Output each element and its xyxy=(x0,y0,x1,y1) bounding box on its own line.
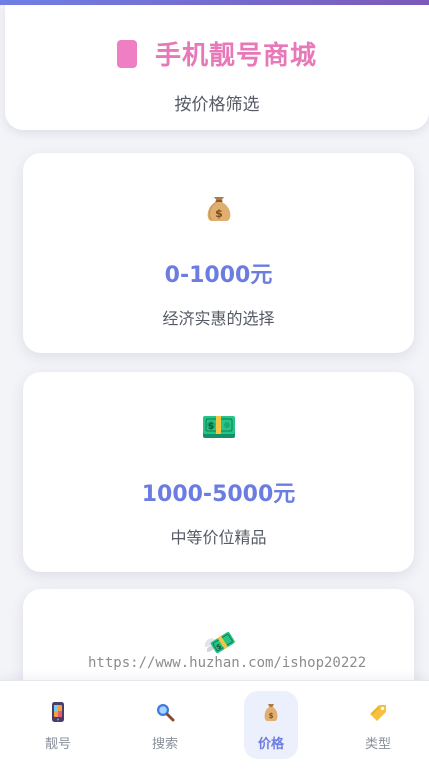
top-accent-bar xyxy=(0,0,429,5)
price-range: 1000-5000元 xyxy=(141,482,296,507)
header: 手机靓号商城 按价格筛选 xyxy=(5,5,429,130)
price-card-0-1000[interactable]: $ 0-1000元 经济实惠的选择 xyxy=(23,153,414,353)
dollar-banknote-icon: $ xyxy=(203,416,235,438)
price-description: 中等价位精品 xyxy=(170,528,267,547)
svg-text:$: $ xyxy=(208,422,214,432)
money-bag-icon: $ xyxy=(264,704,278,721)
header-title-row: 手机靓号商城 xyxy=(5,35,429,72)
nav-label: 搜索 xyxy=(151,737,178,752)
nav-label: 类型 xyxy=(364,737,391,752)
bottom-nav: 靓号 搜索 $ 价格 类型 xyxy=(0,680,429,769)
nav-item-numbers[interactable]: 靓号 xyxy=(31,691,85,759)
price-range: 0-1000元 xyxy=(164,263,273,288)
page-title: 手机靓号商城 xyxy=(154,41,317,71)
tag-icon xyxy=(370,705,386,721)
page-subtitle: 按价格筛选 xyxy=(174,95,260,115)
app-screen: 手机靓号商城 按价格筛选 $ 0-1000元 经济实惠的选择 $ 1000-50… xyxy=(0,0,429,769)
phone-icon xyxy=(116,39,137,68)
price-card-1000-5000[interactable]: $ 1000-5000元 中等价位精品 xyxy=(23,372,414,572)
svg-text:$: $ xyxy=(269,712,274,720)
nav-label: 价格 xyxy=(257,737,284,752)
money-bag-icon: $ xyxy=(207,197,231,221)
nav-item-price[interactable]: $ 价格 xyxy=(244,691,298,759)
magnifier-icon xyxy=(157,704,175,722)
mobile-phone-icon xyxy=(52,702,64,722)
nav-item-type[interactable]: 类型 xyxy=(351,691,405,759)
watermark-url: https://www.huzhan.com/ishop20222 xyxy=(88,655,367,671)
nav-label: 靓号 xyxy=(44,737,71,752)
price-description: 经济实惠的选择 xyxy=(162,309,275,328)
nav-item-search[interactable]: 搜索 xyxy=(138,691,192,759)
svg-text:$: $ xyxy=(215,207,223,220)
